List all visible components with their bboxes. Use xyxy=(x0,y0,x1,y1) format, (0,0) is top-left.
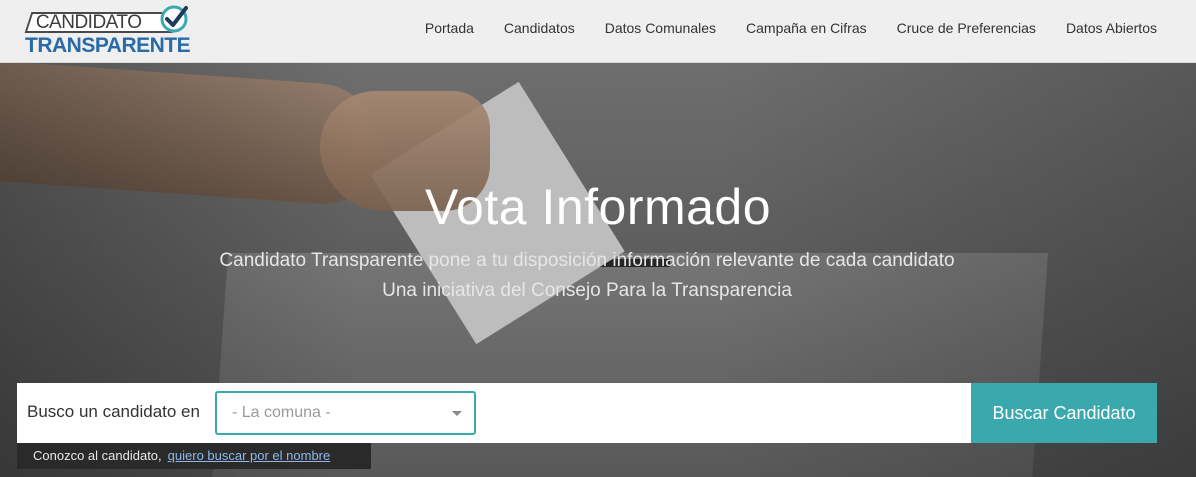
site-logo[interactable]: CANDIDATO TRANSPARENTE xyxy=(24,4,196,58)
hero-subtitle-line1: Candidato Transparente pone a tu disposi… xyxy=(219,250,955,271)
hero-subtitle-line2: Una iniciativa del Consejo Para la Trans… xyxy=(382,280,792,301)
candidate-search-bar: Busco un candidato en - La comuna - Busc… xyxy=(17,383,1157,443)
comuna-select[interactable]: - La comuna - xyxy=(215,391,476,435)
search-label: Busco un candidato en xyxy=(27,402,200,421)
hero-title: Vota Informado xyxy=(424,179,772,235)
main-nav: Portada Candidatos Datos Comunales Campa… xyxy=(425,0,1157,56)
nav-datos-comunales[interactable]: Datos Comunales xyxy=(605,20,716,36)
logo-line2: TRANSPARENTE xyxy=(25,34,191,57)
search-by-name-link[interactable]: quiero buscar por el nombre xyxy=(168,448,331,463)
comuna-select-placeholder: - La comuna - xyxy=(232,404,331,421)
search-by-name-hint: Conozco al candidato, quiero buscar por e… xyxy=(17,443,371,469)
logo-line1: CANDIDATO xyxy=(35,12,142,33)
checkmark-icon xyxy=(160,5,188,33)
hint-text: Conozco al candidato, xyxy=(33,448,162,463)
nav-candidatos[interactable]: Candidatos xyxy=(504,20,575,36)
search-candidate-button[interactable]: Buscar Candidato xyxy=(971,383,1157,443)
nav-cruce-de-preferencias[interactable]: Cruce de Preferencias xyxy=(897,20,1036,36)
top-navbar: CANDIDATO TRANSPARENTE Portada Candidato… xyxy=(0,0,1196,63)
nav-portada[interactable]: Portada xyxy=(425,20,474,36)
nav-datos-abiertos[interactable]: Datos Abiertos xyxy=(1066,20,1157,36)
chevron-down-icon xyxy=(452,411,462,416)
nav-campana-en-cifras[interactable]: Campaña en Cifras xyxy=(746,20,867,36)
